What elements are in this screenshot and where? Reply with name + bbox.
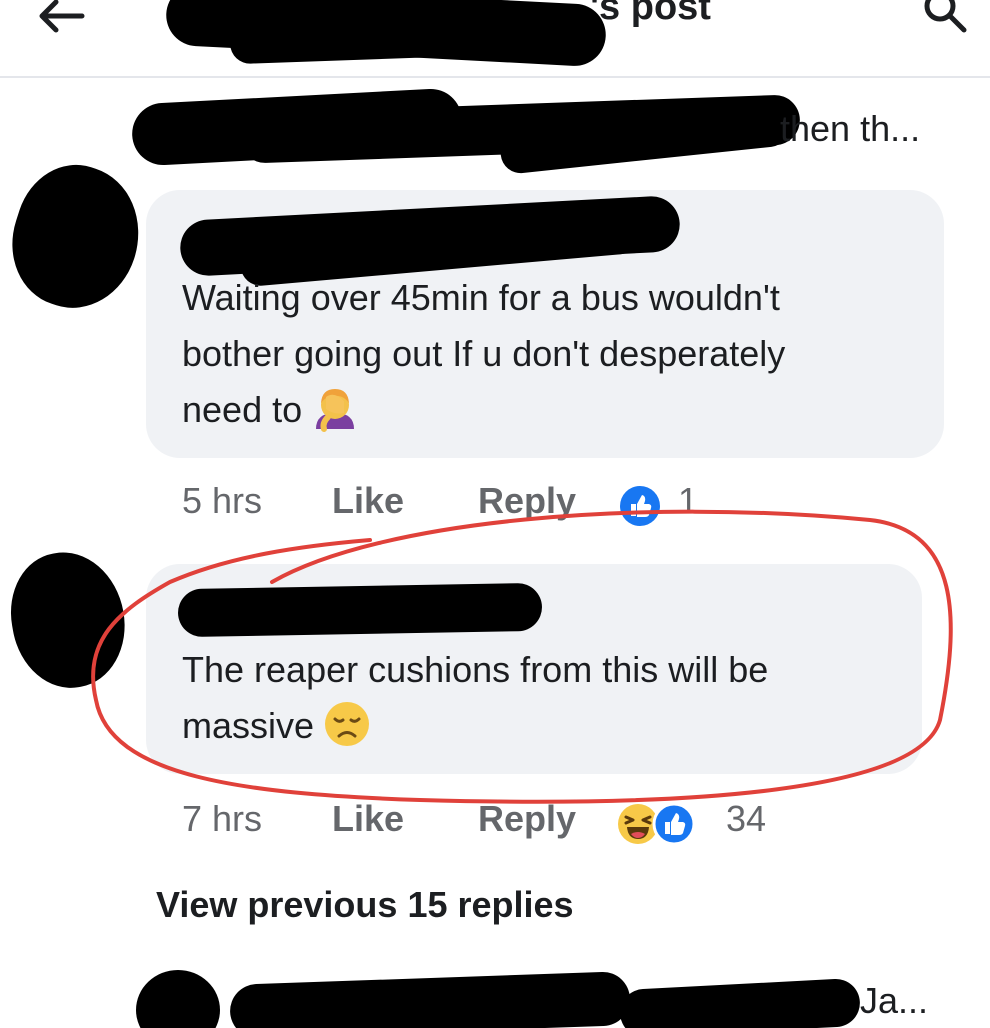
reply-button[interactable]: Reply	[478, 480, 576, 522]
view-previous-replies-link[interactable]: View previous 15 replies	[156, 884, 574, 926]
comment-line: bother going out If u don't desperately	[182, 333, 786, 374]
redacted-commenter-name	[177, 582, 543, 638]
parent-comment-preview[interactable]: then th...	[780, 108, 920, 150]
avatar[interactable]	[136, 970, 220, 1028]
reply-preview-text[interactable]: Ja...	[860, 980, 928, 1022]
like-reaction-icon	[652, 802, 696, 846]
comment-timestamp: 5 hrs	[182, 480, 263, 521]
comment-line: need to	[182, 382, 785, 438]
search-icon[interactable]	[918, 0, 972, 36]
redacted-reply-text-2	[618, 977, 862, 1028]
woman-facepalming-icon	[316, 389, 355, 433]
like-button[interactable]: Like	[332, 798, 404, 840]
comment-line: massive	[182, 698, 768, 754]
page-title: 's post	[590, 0, 711, 28]
comment-timestamp: 7 hrs	[182, 798, 263, 839]
comment-text: The reaper cushions from this will be ma…	[182, 642, 768, 754]
facebook-post-comments-screen: 's post then th... Waiting over 45min fo…	[0, 0, 990, 1028]
reaction-count: 1	[678, 480, 699, 521]
like-button[interactable]: Like	[332, 480, 404, 522]
comment-line-text: need to	[182, 389, 303, 430]
avatar[interactable]	[1, 543, 135, 697]
like-reaction-icon	[620, 486, 660, 526]
arrow-left-icon[interactable]	[34, 0, 86, 36]
reply-button[interactable]: Reply	[478, 798, 576, 840]
reaction-count: 34	[726, 798, 767, 839]
comment-actions: 7 hrs Like Reply 34	[182, 798, 802, 848]
redacted-reply-text	[229, 971, 631, 1028]
comment-line: Waiting over 45min for a bus wouldn't	[182, 277, 780, 318]
avatar[interactable]	[0, 150, 157, 324]
comment-actions: 5 hrs Like Reply 1	[182, 480, 742, 530]
top-bar: 's post	[0, 0, 990, 78]
comment-line-text: massive	[182, 705, 315, 746]
comment-text: Waiting over 45min for a bus wouldn't bo…	[182, 270, 785, 438]
comment-line: The reaper cushions from this will be	[182, 649, 769, 690]
disappointed-face-icon	[325, 702, 370, 747]
